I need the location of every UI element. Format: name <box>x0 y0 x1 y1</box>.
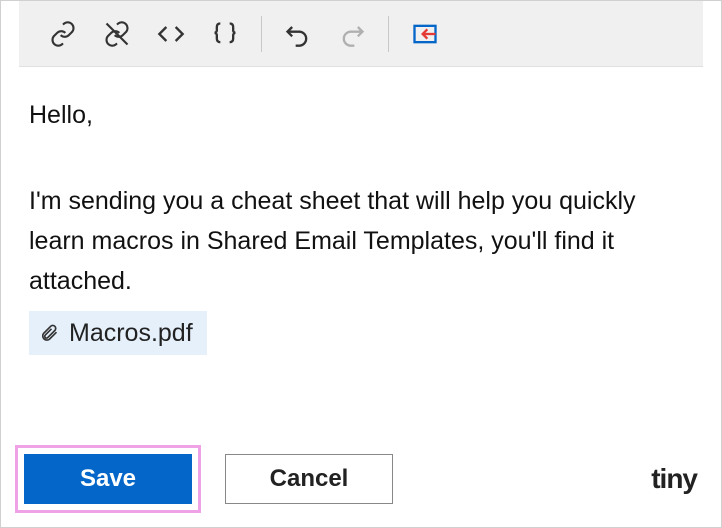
attachment-chip[interactable]: Macros.pdf <box>29 311 207 355</box>
footer-bar: Save Cancel tiny <box>15 445 707 513</box>
unlink-icon[interactable] <box>97 14 137 54</box>
body-text: I'm sending you a cheat sheet that will … <box>29 181 693 301</box>
save-button[interactable]: Save <box>24 454 192 504</box>
braces-icon[interactable] <box>205 14 245 54</box>
redo-icon[interactable] <box>332 14 372 54</box>
editor-toolbar <box>19 1 703 67</box>
toolbar-divider <box>261 16 262 52</box>
code-icon[interactable] <box>151 14 191 54</box>
editor-content[interactable]: Hello, I'm sending you a cheat sheet tha… <box>1 67 721 355</box>
cancel-button[interactable]: Cancel <box>225 454 393 504</box>
insert-icon[interactable] <box>405 14 445 54</box>
attachment-filename: Macros.pdf <box>69 313 193 353</box>
link-icon[interactable] <box>43 14 83 54</box>
save-highlight-box: Save <box>15 445 201 513</box>
greeting-text: Hello, <box>29 95 693 135</box>
tiny-brand-logo: tiny <box>651 463 707 495</box>
undo-icon[interactable] <box>278 14 318 54</box>
paperclip-icon <box>39 323 59 343</box>
toolbar-divider <box>388 16 389 52</box>
